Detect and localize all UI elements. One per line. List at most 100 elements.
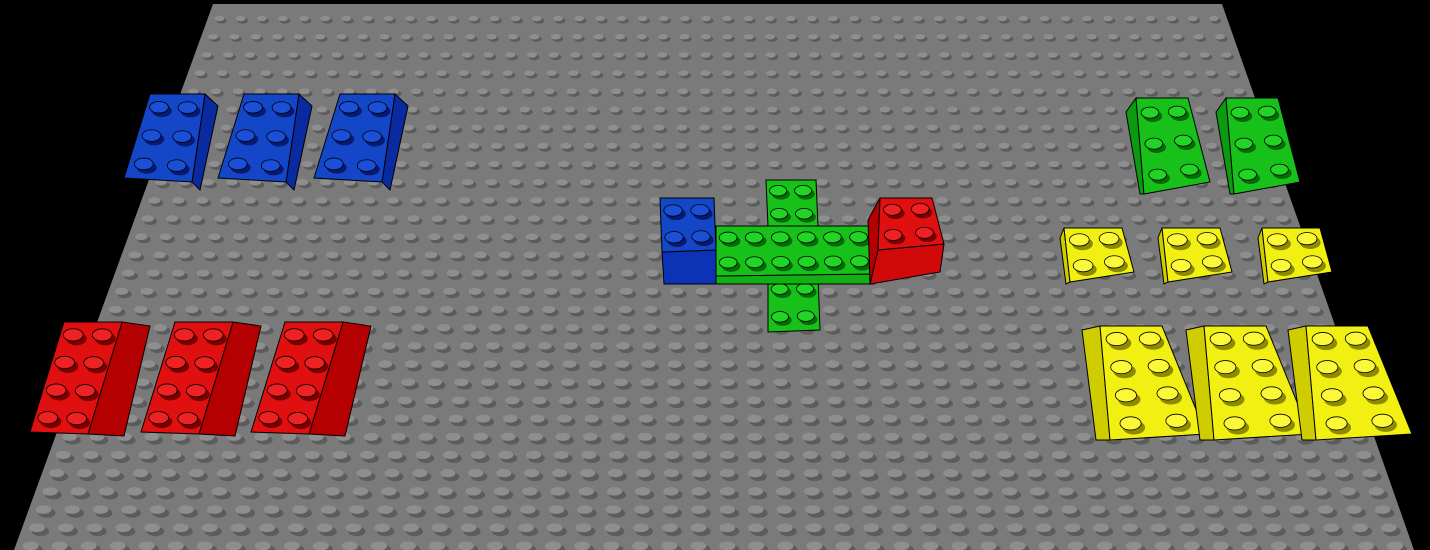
baseplate-stud [1018, 414, 1033, 423]
baseplate-stud [461, 52, 472, 58]
baseplate-stud [256, 15, 267, 22]
brick-stud [172, 130, 192, 143]
baseplate-stud [697, 178, 710, 186]
baseplate-stud [941, 70, 953, 76]
baseplate-stud [747, 468, 763, 478]
baseplate-stud [331, 52, 342, 58]
baseplate-stud [949, 124, 961, 131]
baseplate-stud [695, 305, 709, 314]
baseplate-stud [891, 523, 908, 533]
baseplate-stud [421, 269, 435, 277]
baseplate-stud [954, 160, 967, 168]
baseplate-stud [348, 70, 359, 76]
baseplate-stud [220, 124, 232, 131]
baseplate-stud [1252, 215, 1265, 222]
baseplate-stud [645, 287, 659, 295]
baseplate-stud [444, 142, 457, 149]
baseplate-stud [379, 233, 392, 241]
baseplate-stud [1071, 160, 1083, 168]
brick-stud [1167, 105, 1187, 118]
baseplate-stud [766, 70, 777, 76]
baseplate-stud [521, 88, 533, 95]
baseplate-stud [813, 142, 826, 149]
baseplate-stud [949, 523, 966, 533]
baseplate-stud [1154, 305, 1168, 314]
baseplate-stud [657, 52, 668, 58]
baseplate-stud [720, 342, 735, 350]
baseplate-stud [296, 269, 310, 277]
baseplate-stud [172, 523, 189, 533]
baseplate-stud [1190, 450, 1206, 460]
brick-stud [1353, 359, 1376, 373]
baseplate-stud [667, 360, 682, 368]
baseplate-stud [411, 323, 425, 332]
baseplate-stud [349, 505, 365, 514]
baseplate-stud [828, 414, 844, 423]
baseplate-stud [381, 342, 396, 350]
baseplate-stud [1175, 505, 1191, 514]
brick-stud [177, 412, 199, 426]
baseplate-stud [523, 251, 537, 259]
baseplate-stud [629, 142, 641, 149]
assembly-green-center[interactable] [715, 225, 875, 285]
assembly-blue[interactable] [659, 197, 717, 285]
brick-stud [1264, 134, 1283, 147]
brick-stud [691, 230, 711, 243]
baseplate-stud [449, 251, 462, 259]
baseplate-stud [568, 70, 579, 76]
brick-stud [287, 412, 309, 426]
baseplate-stud [402, 124, 414, 131]
baseplate-stud [1004, 178, 1017, 186]
baseplate-stud [414, 305, 428, 314]
baseplate-stud [786, 33, 797, 40]
brick-stud [165, 355, 187, 370]
brick-stud [1270, 163, 1289, 176]
baseplate-stud [132, 468, 149, 478]
baseplate-stud [346, 269, 360, 277]
baseplate-stud [875, 70, 887, 76]
baseplate-stud [542, 305, 556, 314]
assembly-green-top[interactable] [765, 179, 819, 227]
baseplate-stud [400, 251, 413, 259]
assembly-red[interactable] [867, 197, 945, 285]
baseplate-stud [427, 378, 442, 387]
baseplate-stud [1352, 523, 1368, 533]
baseplate-stud [443, 450, 459, 460]
baseplate-stud [1040, 124, 1052, 131]
baseplate-stud [430, 360, 445, 368]
baseplate-stud [367, 287, 381, 295]
baseplate-stud [1368, 487, 1384, 496]
baseplate-stud [558, 396, 574, 405]
baseplate-stud [178, 505, 194, 514]
baseplate-stud [498, 251, 512, 259]
baseplate-stud [257, 233, 270, 241]
baseplate-stud [610, 432, 626, 441]
baseplate-stud [1112, 52, 1123, 58]
baseplate-stud [1233, 233, 1247, 241]
baseplate-stud [249, 450, 265, 460]
baseplate-stud [746, 305, 760, 314]
baseplate-stud [488, 160, 500, 168]
baseplate-stud [1042, 396, 1057, 405]
baseplate-stud [827, 396, 842, 405]
baseplate-stud [510, 15, 521, 22]
baseplate-stud [1077, 88, 1089, 95]
baseplate-stud [514, 142, 526, 149]
baseplate-stud [115, 523, 132, 533]
baseplate-stud [830, 52, 841, 58]
baseplate-stud [558, 160, 570, 168]
baseplate-stud [440, 52, 451, 58]
baseplate-stud [1233, 88, 1245, 95]
baseplate-stud [165, 215, 178, 222]
baseplate-stud [835, 541, 852, 550]
baseplate-stud [461, 178, 474, 186]
baseplate-stud [1145, 269, 1158, 277]
baseplate-stud [678, 52, 689, 58]
baseplate-stud [966, 432, 982, 441]
baseplate-stud [389, 305, 403, 314]
baseplate-stud [773, 378, 788, 387]
baseplate-stud [1103, 15, 1113, 22]
baseplate-stud [745, 215, 758, 222]
baseplate-stud [848, 305, 862, 314]
baseplate-stud [585, 124, 597, 131]
